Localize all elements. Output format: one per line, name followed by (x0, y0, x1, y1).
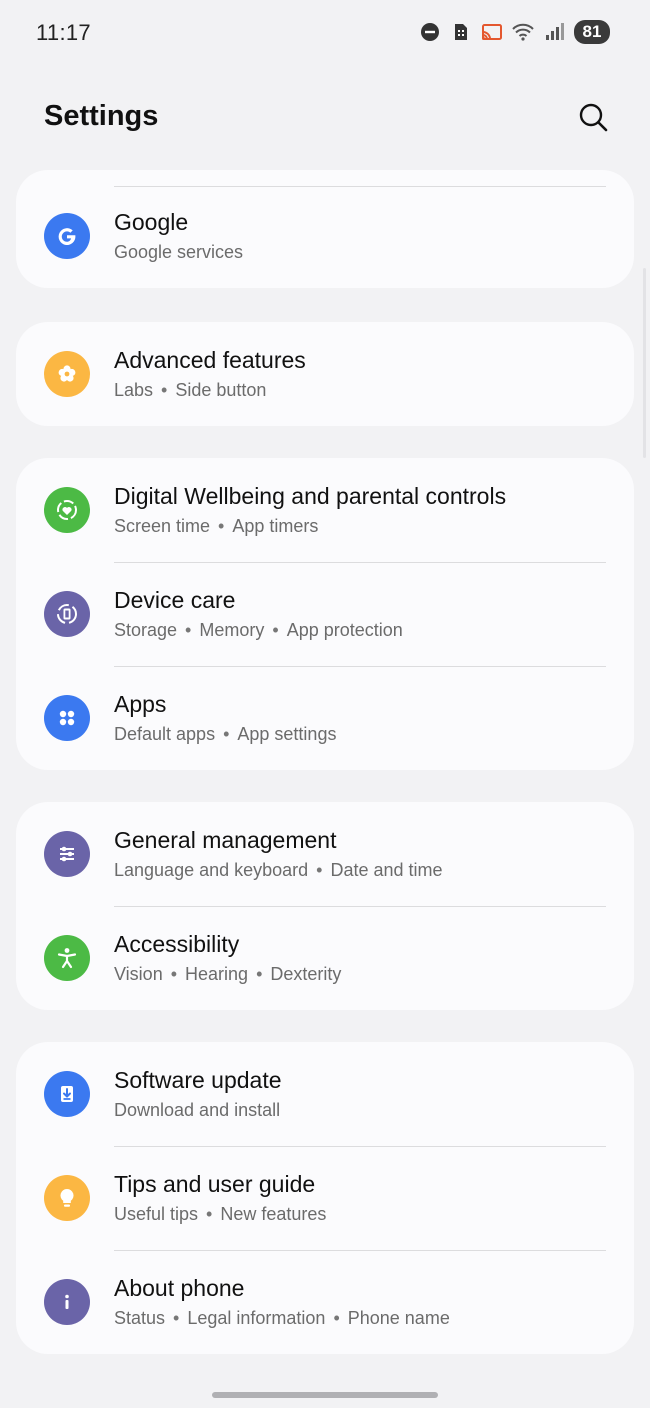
subtitle-part: Side button (175, 380, 267, 400)
scrollbar[interactable] (643, 268, 646, 458)
subtitle-part: App timers (232, 516, 319, 536)
settings-item-subtitle: Google services (114, 241, 614, 263)
subtitle-part: Useful tips (114, 1204, 199, 1224)
settings-item-title: Google (114, 209, 189, 235)
settings-item-device-care[interactable]: Device care Storage • Memory • App protectio… (16, 562, 634, 666)
settings-item-title: Advanced features (114, 347, 306, 373)
settings-item-subtitle: Labs • Side button (114, 379, 614, 401)
subtitle-part: Download and install (114, 1100, 281, 1120)
settings-item-title: General management (114, 827, 337, 853)
page-title: Settings (44, 100, 159, 132)
settings-item-about-phone[interactable]: About phone Status • Legal information • Pho… (16, 1250, 634, 1354)
general-management-icon (44, 831, 90, 877)
sim-icon (455, 24, 467, 40)
subtitle-part: Status (114, 1308, 166, 1328)
accessibility-icon (44, 935, 90, 981)
settings-card-general: General management Language and keyboard… (16, 802, 634, 1010)
settings-item-subtitle: Screen time • App timers (114, 515, 614, 537)
subtitle-part: Dexterity (270, 964, 342, 984)
device-care-icon (44, 591, 90, 637)
separator-dot: • (170, 964, 178, 984)
settings-item-software-update[interactable]: Software update Download and install (16, 1042, 634, 1146)
settings-item-subtitle: Status • Legal information • Phone name (114, 1307, 614, 1329)
wifi-icon (512, 23, 534, 41)
separator-dot: • (206, 1204, 213, 1224)
settings-item-general-management[interactable]: General management Language and keyboard… (16, 802, 634, 906)
google-icon (44, 213, 90, 259)
divider (114, 1250, 606, 1251)
settings-item-title: Apps (114, 691, 167, 717)
software-update-icon (44, 1071, 90, 1117)
subtitle-part: Google services (114, 242, 244, 262)
do-not-disturb-icon (421, 23, 439, 41)
status-bar: 11:17 81 (0, 0, 650, 66)
settings-item-subtitle: Vision • Hearing • Dexterity (114, 963, 614, 985)
settings-card-google: Google Google services (16, 170, 634, 288)
settings-item-digital-wellbeing[interactable]: Digital Wellbeing and parental controls … (16, 458, 634, 562)
settings-card-apps-group: Digital Wellbeing and parental controls … (16, 458, 634, 770)
settings-item-apps[interactable]: Apps Default apps • App settings (16, 666, 634, 770)
settings-item-subtitle: Language and keyboard • Date and time (114, 859, 614, 881)
settings-item-title: Device care (114, 587, 236, 613)
search-button[interactable] (574, 98, 612, 136)
separator-dot: • (185, 620, 192, 640)
subtitle-part: App protection (286, 620, 403, 640)
settings-item-google[interactable]: Google Google services (16, 184, 634, 288)
settings-item-subtitle: Storage • Memory • App protection (114, 619, 614, 641)
cast-icon (482, 24, 502, 40)
subtitle-part: Date and time (330, 860, 443, 880)
digital-wellbeing-icon (44, 487, 90, 533)
subtitle-part: New features (220, 1204, 327, 1224)
subtitle-part: App settings (237, 724, 337, 744)
divider (114, 1146, 606, 1147)
separator-dot: • (173, 1308, 180, 1328)
settings-item-subtitle: Useful tips • New features (114, 1203, 614, 1225)
subtitle-part: Screen time (114, 516, 211, 536)
settings-item-tips-user-guide[interactable]: Tips and user guide Useful tips • New feat… (16, 1146, 634, 1250)
home-indicator[interactable] (212, 1392, 438, 1398)
status-icons: 81 (419, 20, 610, 44)
settings-item-title: About phone (114, 1275, 245, 1301)
status-time: 11:17 (36, 20, 91, 45)
separator-dot: • (218, 516, 225, 536)
settings-item-advanced-features[interactable]: Advanced features Labs • Side button (16, 322, 634, 426)
separator-dot: • (333, 1308, 340, 1328)
subtitle-part: Hearing (185, 964, 249, 984)
subtitle-part: Legal information (187, 1308, 326, 1328)
subtitle-part: Default apps (114, 724, 216, 744)
separator-dot: • (223, 724, 230, 744)
info-icon (44, 1279, 90, 1325)
settings-card-advanced: Advanced features Labs • Side button (16, 322, 634, 426)
subtitle-part: Storage (114, 620, 178, 640)
lightbulb-icon (44, 1175, 90, 1221)
settings-item-accessibility[interactable]: Accessibility Vision • Hearing • Dexterity (16, 906, 634, 1010)
signal-icon (546, 23, 564, 40)
separator-dot: • (256, 964, 263, 984)
settings-item-title: Accessibility (114, 931, 240, 957)
separator-dot: • (272, 620, 279, 640)
subtitle-part: Labs (114, 380, 154, 400)
divider (114, 562, 606, 563)
battery-indicator: 81 (574, 20, 610, 44)
subtitle-part: Vision (114, 964, 163, 984)
settings-card-about: Software update Download and install Tip… (16, 1042, 634, 1354)
settings-item-title: Software update (114, 1067, 282, 1093)
search-icon (579, 103, 608, 132)
subtitle-part: Phone name (347, 1308, 450, 1328)
apps-icon (44, 695, 90, 741)
separator-dot: • (316, 860, 323, 880)
advanced-features-icon (44, 351, 90, 397)
subtitle-part: Language and keyboard (114, 860, 309, 880)
settings-item-title: Digital Wellbeing and parental controls (114, 483, 507, 509)
settings-item-subtitle: Download and install (114, 1099, 614, 1121)
divider (114, 906, 606, 907)
separator-dot: • (161, 380, 168, 400)
subtitle-part: Memory (199, 620, 265, 640)
settings-item-subtitle: Default apps • App settings (114, 723, 614, 745)
settings-item-title: Tips and user guide (114, 1171, 316, 1197)
divider (114, 666, 606, 667)
